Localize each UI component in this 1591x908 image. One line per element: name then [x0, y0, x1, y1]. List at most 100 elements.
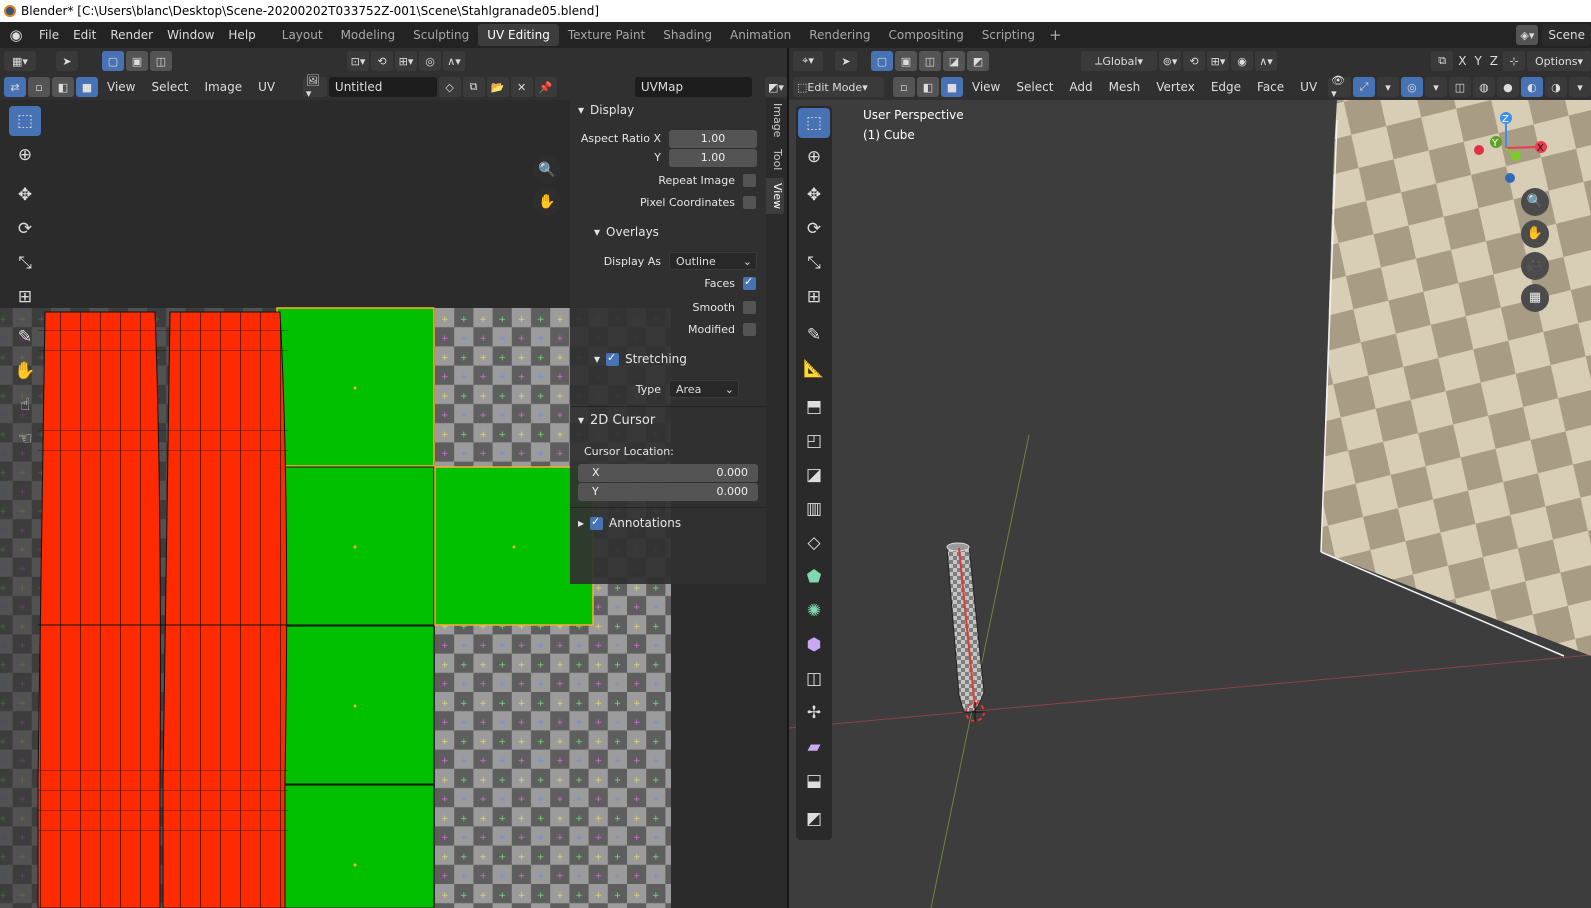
- cursor-panel-header[interactable]: ▾ 2D Cursor: [570, 408, 766, 432]
- orientation-dropdown[interactable]: ⟂ Global ▾: [1081, 51, 1157, 71]
- uv-rotate-icon[interactable]: ⟳: [9, 214, 41, 244]
- pixel-coords-checkbox[interactable]: [743, 196, 756, 209]
- vp-move-icon[interactable]: ✥: [798, 180, 830, 210]
- vp-menu-uv[interactable]: UV: [1293, 80, 1324, 94]
- stretch-type-dropdown[interactable]: Area ⌄: [669, 380, 739, 398]
- aspect-y-field[interactable]: 1.00: [669, 149, 757, 167]
- add-workspace-icon[interactable]: +: [1044, 26, 1067, 44]
- vp-zoom-icon[interactable]: 🔍: [1521, 188, 1549, 216]
- modified-checkbox[interactable]: [743, 323, 756, 336]
- tab-rendering[interactable]: Rendering: [800, 24, 879, 46]
- edge-slide-icon[interactable]: ◫: [798, 664, 830, 694]
- vp-snap-icon[interactable]: ⟲: [1183, 51, 1205, 71]
- rip-icon[interactable]: ⬓: [798, 766, 830, 796]
- uv-face-select-icon[interactable]: ■: [76, 77, 98, 97]
- visibility-icon[interactable]: 👁▾: [1328, 74, 1351, 100]
- display-as-dropdown[interactable]: Outline ⌄: [669, 252, 757, 270]
- loop-cut-icon[interactable]: ▥: [798, 494, 830, 524]
- vp-uv-icon[interactable]: ◩: [798, 804, 830, 834]
- uv-relax-icon[interactable]: ☝: [9, 390, 41, 420]
- select-tool-icon[interactable]: ➤: [56, 51, 78, 71]
- uv-map-field[interactable]: UVMap: [634, 77, 752, 97]
- falloff-icon[interactable]: ∧▾: [443, 51, 465, 71]
- vp-select-intersect-icon[interactable]: ◩: [967, 51, 989, 71]
- shrink-fatten-icon[interactable]: ✢: [798, 698, 830, 728]
- repeat-image-checkbox[interactable]: [743, 174, 756, 187]
- camera-view-icon[interactable]: 🎥: [1521, 252, 1549, 280]
- vp-menu-face[interactable]: Face: [1250, 80, 1291, 94]
- vp-pivot-icon[interactable]: ⊚▾: [1159, 51, 1181, 71]
- new-image-icon[interactable]: ⧉: [462, 77, 485, 97]
- scene-name[interactable]: Scene: [1542, 24, 1591, 46]
- blender-menu-icon[interactable]: ◉: [6, 25, 26, 45]
- smooth-checkbox[interactable]: [743, 301, 756, 314]
- vp-rotate-icon[interactable]: ⟳: [798, 214, 830, 244]
- uv-zoom-icon[interactable]: 🔍: [533, 156, 561, 184]
- tab-sculpting[interactable]: Sculpting: [404, 24, 478, 46]
- axis-x[interactable]: X: [1455, 54, 1469, 68]
- tab-view[interactable]: View: [766, 177, 784, 214]
- uv-menu-uv[interactable]: UV: [251, 80, 282, 94]
- vp-menu-vertex[interactable]: Vertex: [1149, 80, 1202, 94]
- vp-select-box-icon[interactable]: ⬚: [798, 108, 830, 138]
- gizmo-toggle-icon[interactable]: ⤢: [1352, 77, 1375, 97]
- vp-select-subtract-icon[interactable]: ◫: [919, 51, 941, 71]
- uv-pan-icon[interactable]: ✋: [533, 188, 561, 216]
- scene-type-icon[interactable]: ◈▾: [1516, 25, 1539, 45]
- vp-select-new-icon[interactable]: ▢: [871, 51, 893, 71]
- bevel-icon[interactable]: ◪: [798, 460, 830, 490]
- shading-dropdown-icon[interactable]: ▾: [1568, 77, 1591, 97]
- faces-checkbox[interactable]: [743, 275, 756, 290]
- fake-user-icon[interactable]: ◇: [438, 77, 461, 97]
- tab-compositing[interactable]: Compositing: [879, 24, 972, 46]
- edge-select-icon[interactable]: ◧: [916, 77, 939, 97]
- vp-select-extend-icon[interactable]: ▣: [895, 51, 917, 71]
- uv-vertex-select-icon[interactable]: ▫: [28, 77, 50, 97]
- uv-menu-image[interactable]: Image: [198, 80, 250, 94]
- menu-help[interactable]: Help: [221, 22, 262, 48]
- rendered-shading-icon[interactable]: ◑: [1544, 77, 1567, 97]
- display-panel-header[interactable]: ▾ Display: [570, 98, 766, 122]
- mirror-icon[interactable]: ⧉: [1431, 51, 1454, 71]
- tab-image[interactable]: Image: [766, 98, 784, 143]
- select-mode-extend-icon[interactable]: ▣: [126, 51, 148, 71]
- cursor-x-field[interactable]: X 0.000: [578, 464, 758, 482]
- tab-scripting[interactable]: Scripting: [973, 24, 1044, 46]
- tab-modeling[interactable]: Modeling: [332, 24, 405, 46]
- snap-icon[interactable]: ⟲: [371, 51, 393, 71]
- xray-icon[interactable]: ◫: [1448, 77, 1471, 97]
- vp-transform-icon[interactable]: ⊞: [798, 282, 830, 312]
- vp-measure-icon[interactable]: 📐: [798, 354, 830, 384]
- open-image-icon[interactable]: 📂: [486, 77, 509, 97]
- vp-menu-view[interactable]: View: [965, 80, 1007, 94]
- image-browse-icon[interactable]: 🖼▾: [302, 74, 327, 100]
- vertex-select-icon[interactable]: ▫: [892, 77, 915, 97]
- annotations-checkbox[interactable]: [590, 515, 604, 530]
- vp-proportional-icon[interactable]: ◉: [1231, 51, 1253, 71]
- inset-icon[interactable]: ◰: [798, 426, 830, 456]
- poly-build-icon[interactable]: ⬟: [798, 562, 830, 592]
- vp-snap-target-icon[interactable]: ⊞▾: [1207, 51, 1229, 71]
- overlays-panel-header[interactable]: ▾ Overlays: [570, 220, 766, 244]
- wireframe-shading-icon[interactable]: ◍: [1472, 77, 1495, 97]
- annotations-panel-header[interactable]: ▸ Annotations: [570, 511, 766, 535]
- extrude-icon[interactable]: ⬒: [798, 392, 830, 422]
- viewport-scene[interactable]: [789, 100, 1591, 908]
- aspect-x-field[interactable]: 1.00: [669, 130, 757, 148]
- ortho-toggle-icon[interactable]: ▦: [1521, 284, 1549, 312]
- menu-file[interactable]: File: [32, 22, 66, 48]
- pivot-icon[interactable]: ⊡▾: [347, 51, 369, 71]
- menu-window[interactable]: Window: [160, 22, 221, 48]
- tab-layout[interactable]: Layout: [273, 24, 332, 46]
- vp-menu-edge[interactable]: Edge: [1204, 80, 1248, 94]
- uv-menu-select[interactable]: Select: [144, 80, 195, 94]
- pin-icon[interactable]: 📌: [534, 77, 557, 97]
- options-dropdown[interactable]: Options ▾: [1527, 51, 1591, 71]
- face-select-icon[interactable]: ■: [940, 77, 963, 97]
- uv-move-icon[interactable]: ✥: [9, 180, 41, 210]
- cursor-y-field[interactable]: Y 0.000: [578, 483, 758, 501]
- image-name-field[interactable]: Untitled: [328, 77, 437, 97]
- uv-menu-view[interactable]: View: [100, 80, 142, 94]
- vp-annotate-icon[interactable]: ✎: [798, 320, 830, 350]
- tab-tool[interactable]: Tool: [766, 144, 784, 176]
